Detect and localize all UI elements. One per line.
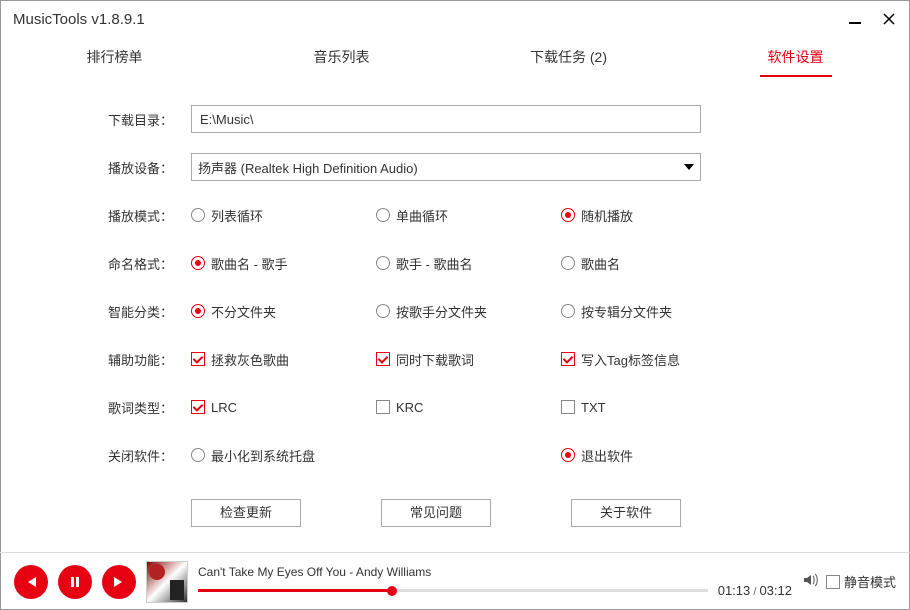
settings-panel: 下载目录： 播放设备： 扬声器 (Realtek High Definition… (1, 77, 909, 527)
play-device-value: 扬声器 (Realtek High Definition Audio) (198, 158, 418, 177)
chevron-down-icon (684, 164, 694, 170)
radio-icon (376, 304, 390, 318)
option-label: 同时下载歌词 (396, 350, 474, 369)
minimize-button[interactable] (847, 11, 863, 27)
radio-icon (561, 448, 575, 462)
player-bar: Can't Take My Eyes Off You - Andy Willia… (0, 552, 910, 610)
option-label: TXT (581, 400, 606, 415)
option-label: 按歌手分文件夹 (396, 302, 487, 321)
radio-icon (191, 448, 205, 462)
action-button[interactable]: 关于软件 (571, 499, 681, 527)
checkbox-icon (191, 400, 205, 414)
option-label: 列表循环 (211, 206, 263, 225)
mute-label: 静音模式 (844, 572, 896, 591)
option-label: 不分文件夹 (211, 302, 276, 321)
helpers-label: 辅助功能： (41, 350, 191, 369)
progress-knob (387, 586, 397, 596)
option-label: 歌手 - 歌曲名 (396, 254, 473, 273)
option-label: 写入Tag标签信息 (581, 350, 680, 369)
play-device-label: 播放设备： (41, 158, 191, 177)
option-label: 按专辑分文件夹 (581, 302, 672, 321)
option-label: 歌曲名 (581, 254, 620, 273)
tab-music-list[interactable]: 音乐列表 (228, 37, 455, 76)
radio-icon (191, 256, 205, 270)
checkbox-option[interactable]: 同时下载歌词 (376, 350, 561, 369)
checkbox-icon (376, 400, 390, 414)
radio-icon (376, 256, 390, 270)
radio-option[interactable]: 按专辑分文件夹 (561, 302, 746, 321)
titlebar: MusicTools v1.8.9.1 (1, 1, 909, 37)
progress-slider[interactable] (198, 589, 708, 592)
radio-icon (561, 304, 575, 318)
option-label: LRC (211, 400, 237, 415)
tab-downloads[interactable]: 下载任务 (2) (455, 37, 682, 76)
option-label: 歌曲名 - 歌手 (211, 254, 288, 273)
checkbox-icon (191, 352, 205, 366)
option-label: 随机播放 (581, 206, 633, 225)
radio-option[interactable]: 不分文件夹 (191, 302, 376, 321)
close-action-label: 关闭软件： (41, 446, 191, 465)
radio-option[interactable]: 列表循环 (191, 206, 376, 225)
radio-icon (376, 208, 390, 222)
checkbox-icon (561, 400, 575, 414)
play-device-select[interactable]: 扬声器 (Realtek High Definition Audio) (191, 153, 701, 181)
radio-icon (191, 208, 205, 222)
radio-option[interactable]: 歌曲名 - 歌手 (191, 254, 376, 273)
option-label: 拯救灰色歌曲 (211, 350, 289, 369)
radio-option[interactable]: 按歌手分文件夹 (376, 302, 561, 321)
radio-option[interactable]: 退出软件 (561, 446, 746, 465)
option-label: 退出软件 (581, 446, 633, 465)
next-button[interactable] (102, 565, 136, 599)
radio-icon (191, 304, 205, 318)
progress-fill (198, 589, 392, 592)
radio-option[interactable]: 歌手 - 歌曲名 (376, 254, 561, 273)
name-format-label: 命名格式： (41, 254, 191, 273)
action-button[interactable]: 常见问题 (381, 499, 491, 527)
radio-option[interactable]: 最小化到系统托盘 (191, 446, 561, 465)
tab-ranking[interactable]: 排行榜单 (1, 37, 228, 76)
radio-option[interactable]: 单曲循环 (376, 206, 561, 225)
option-label: 最小化到系统托盘 (211, 446, 315, 465)
download-dir-input[interactable] (191, 105, 701, 133)
volume-icon[interactable] (802, 572, 818, 591)
checkbox-option[interactable]: KRC (376, 400, 561, 415)
album-art (146, 561, 188, 603)
track-title: Can't Take My Eyes Off You - Andy Willia… (198, 565, 792, 579)
pause-button[interactable] (58, 565, 92, 599)
download-dir-label: 下载目录： (41, 110, 191, 129)
close-button[interactable] (881, 11, 897, 27)
checkbox-option[interactable]: 拯救灰色歌曲 (191, 350, 376, 369)
window-title: MusicTools v1.8.9.1 (13, 11, 145, 28)
option-label: KRC (396, 400, 423, 415)
option-label: 单曲循环 (396, 206, 448, 225)
radio-option[interactable]: 歌曲名 (561, 254, 746, 273)
mute-check-icon (826, 575, 840, 589)
radio-icon (561, 208, 575, 222)
checkbox-icon (561, 352, 575, 366)
main-tabs: 排行榜单 音乐列表 下载任务 (2) 软件设置 (1, 37, 909, 77)
play-mode-label: 播放模式： (41, 206, 191, 225)
checkbox-option[interactable]: TXT (561, 400, 746, 415)
checkbox-option[interactable]: 写入Tag标签信息 (561, 350, 746, 369)
action-button[interactable]: 检查更新 (191, 499, 301, 527)
radio-option[interactable]: 随机播放 (561, 206, 746, 225)
prev-button[interactable] (14, 565, 48, 599)
smart-sort-label: 智能分类： (41, 302, 191, 321)
tab-settings[interactable]: 软件设置 (682, 37, 909, 76)
mute-checkbox[interactable]: 静音模式 (826, 572, 896, 591)
lyric-type-label: 歌词类型： (41, 398, 191, 417)
time-display: 01:13 / 03:12 (718, 583, 792, 598)
checkbox-option[interactable]: LRC (191, 400, 376, 415)
checkbox-icon (376, 352, 390, 366)
radio-icon (561, 256, 575, 270)
